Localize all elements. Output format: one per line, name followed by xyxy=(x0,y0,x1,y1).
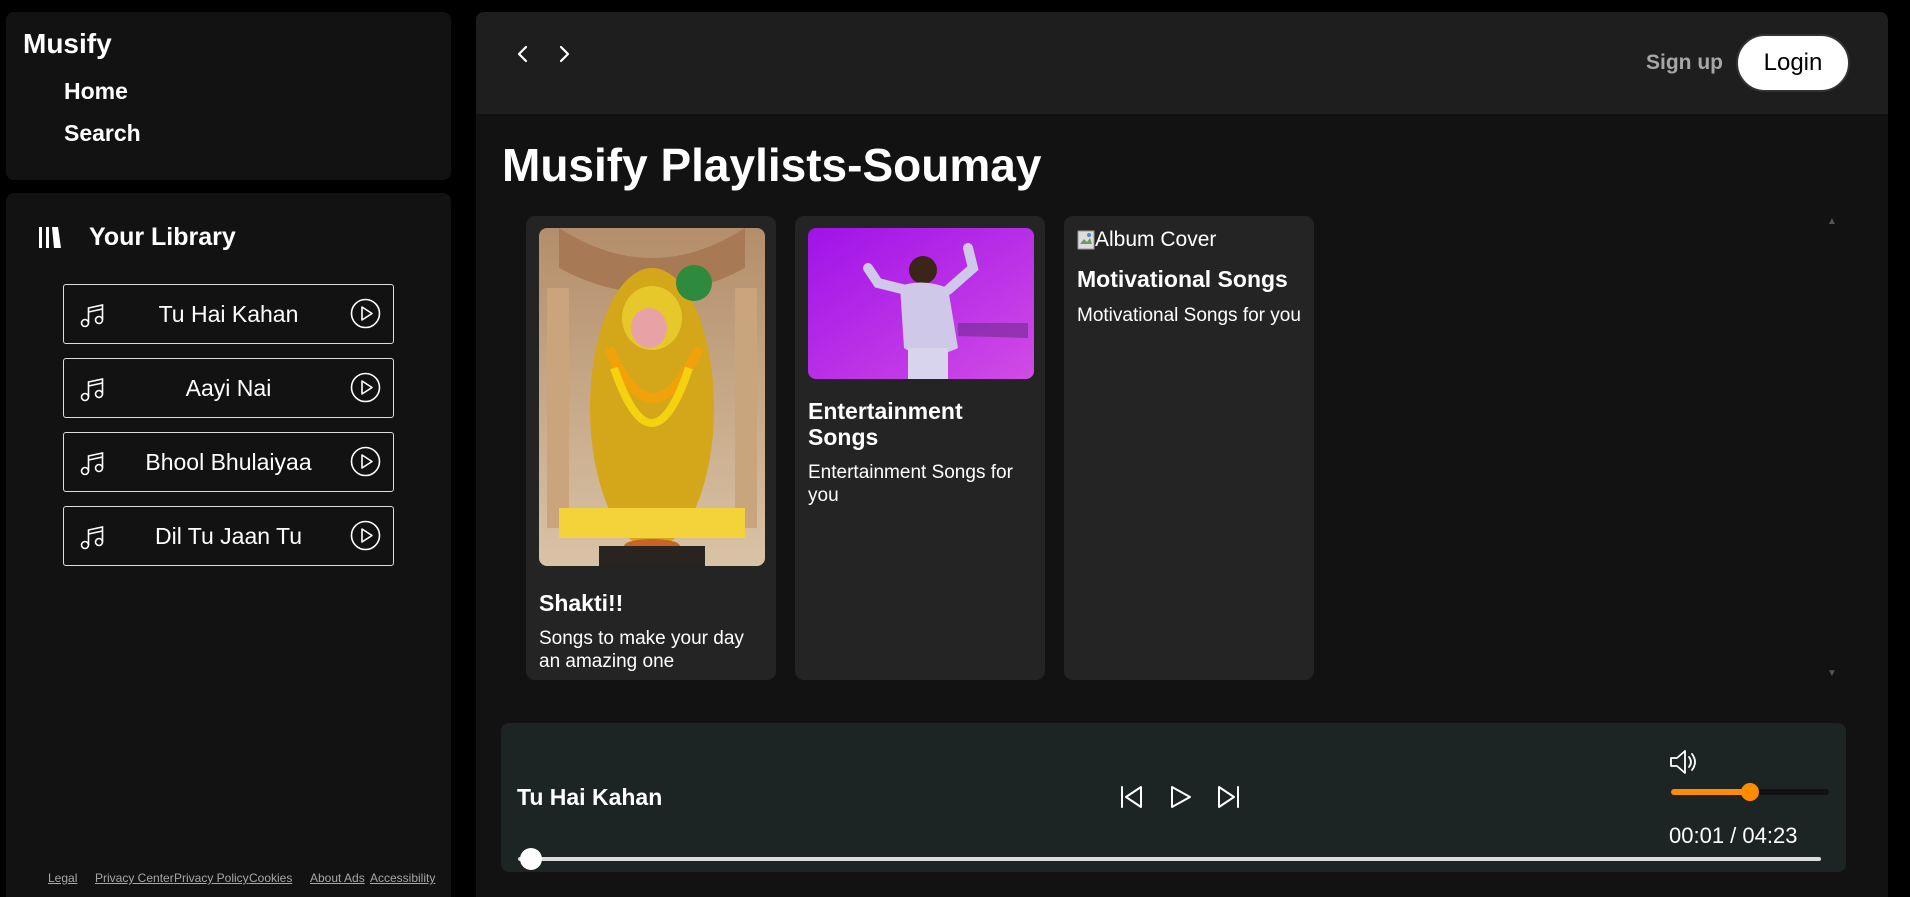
play-icon[interactable] xyxy=(1166,783,1194,811)
library-item-name: Dil Tu Jaan Tu xyxy=(154,522,303,549)
music-note-icon xyxy=(80,452,104,476)
signup-button[interactable]: Sign up xyxy=(1646,51,1723,75)
card-title: Shakti!! xyxy=(539,590,624,616)
deity-cover-image xyxy=(539,228,765,566)
card-description: Motivational Songs for you xyxy=(1077,305,1301,326)
nav-home[interactable]: Home xyxy=(64,78,128,105)
time-display: 00:01 / 04:23 xyxy=(1669,823,1798,848)
play-circle-icon[interactable] xyxy=(350,298,381,329)
scroll-up-icon[interactable]: ▲ xyxy=(1827,216,1837,227)
sidebar-nav-panel: Musify Home Search xyxy=(6,12,451,180)
play-circle-icon[interactable] xyxy=(350,446,381,477)
album-cover-alt: Album Cover xyxy=(1095,228,1217,251)
library-title: Your Library xyxy=(89,223,236,251)
card-title: Entertainment Songs xyxy=(808,398,963,450)
library-item[interactable]: Aayi Nai xyxy=(63,358,394,418)
broken-image-icon xyxy=(1077,230,1095,250)
footer-link-about-ads[interactable]: About Ads xyxy=(310,872,370,885)
footer-link-privacy-center[interactable]: Privacy Center xyxy=(95,872,174,885)
volume-handle[interactable] xyxy=(1741,783,1759,801)
library-item-name: Aayi Nai xyxy=(185,374,272,401)
progress-handle[interactable] xyxy=(520,848,543,870)
album-cover-image: Album Cover xyxy=(1077,228,1216,252)
footer-link-accessibility[interactable]: Accessibility xyxy=(370,872,450,885)
footer-link-cookies[interactable]: Cookies xyxy=(249,872,310,885)
library-list: Tu Hai Kahan Aayi Nai Bhool Bhulaiyaa Di… xyxy=(63,284,394,580)
forward-arrow-icon[interactable] xyxy=(551,40,577,68)
playlist-cards: Shakti!! Songs to make your day an amazi… xyxy=(526,216,1314,680)
main-content: Sign up Login Musify Playlists-Soumay ▲ … xyxy=(476,12,1888,897)
playlist-card[interactable]: Shakti!! Songs to make your day an amazi… xyxy=(526,216,776,680)
library-panel: Your Library Tu Hai Kahan Aayi Nai Bhool… xyxy=(6,193,451,897)
library-item-name: Bhool Bhulaiyaa xyxy=(145,448,312,475)
volume-fill xyxy=(1671,789,1750,795)
playlist-card[interactable]: Album Cover Motivational Songs Motivatio… xyxy=(1064,216,1314,680)
next-track-icon[interactable] xyxy=(1215,783,1243,811)
progress-slider[interactable] xyxy=(518,848,1821,870)
current-track-title: Tu Hai Kahan xyxy=(517,784,663,810)
previous-track-icon[interactable] xyxy=(1117,783,1145,811)
music-player: Tu Hai Kahan 00:01 / 04:23 xyxy=(501,723,1846,872)
play-circle-icon[interactable] xyxy=(350,372,381,403)
volume-icon[interactable] xyxy=(1668,748,1698,776)
library-item[interactable]: Bhool Bhulaiyaa xyxy=(63,432,394,492)
footer-links: Legal Privacy Center Privacy Policy Cook… xyxy=(48,872,450,885)
play-circle-icon[interactable] xyxy=(350,520,381,551)
library-icon[interactable] xyxy=(36,223,64,251)
volume-slider[interactable] xyxy=(1671,783,1829,801)
library-item[interactable]: Tu Hai Kahan xyxy=(63,284,394,344)
footer-link-privacy-policy[interactable]: Privacy Policy xyxy=(174,872,249,885)
login-button[interactable]: Login xyxy=(1736,34,1850,92)
library-item[interactable]: Dil Tu Jaan Tu xyxy=(63,506,394,566)
card-description: Entertainment Songs for you xyxy=(808,462,1013,506)
footer-link-legal[interactable]: Legal xyxy=(48,872,95,885)
top-bar: Sign up Login xyxy=(476,12,1888,114)
brand-logo[interactable]: Musify xyxy=(23,28,112,60)
back-arrow-icon[interactable] xyxy=(510,40,536,68)
page-title: Musify Playlists-Soumay xyxy=(502,139,1042,191)
music-note-icon xyxy=(80,526,104,550)
scroll-down-icon[interactable]: ▼ xyxy=(1827,668,1837,679)
nav-search[interactable]: Search xyxy=(64,120,141,147)
library-item-name: Tu Hai Kahan xyxy=(158,300,299,327)
card-title: Motivational Songs xyxy=(1077,266,1288,292)
music-note-icon xyxy=(80,304,104,328)
card-description: Songs to make your day an amazing one xyxy=(539,628,744,672)
music-note-icon xyxy=(80,378,104,402)
dancer-cover-image xyxy=(808,228,1034,379)
playlist-card[interactable]: Entertainment Songs Entertainment Songs … xyxy=(795,216,1045,680)
